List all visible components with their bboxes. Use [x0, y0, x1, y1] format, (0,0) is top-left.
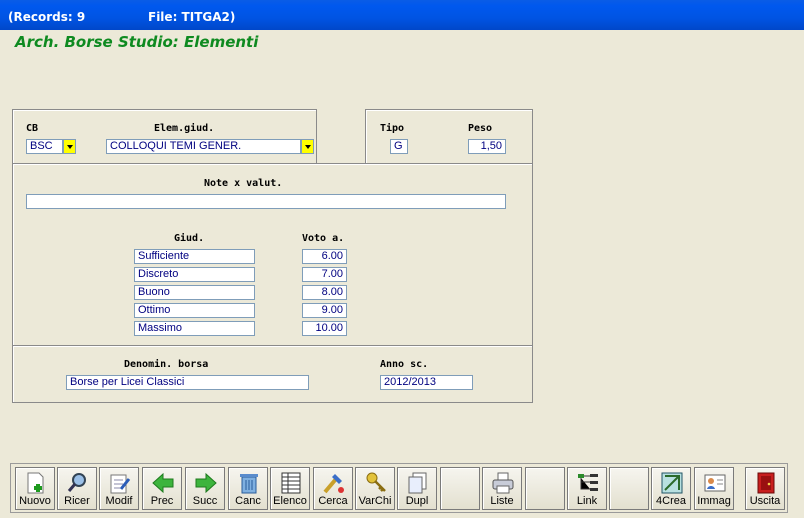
exit-button[interactable]: Uscita [745, 467, 785, 510]
note-label: Note x valut. [204, 178, 283, 189]
exit-door-icon [757, 472, 775, 494]
anno-field[interactable]: 2012/2013 [380, 375, 473, 390]
search-icon [67, 473, 86, 492]
records-count: (Records: 9 [8, 10, 86, 24]
panel-cb [12, 109, 317, 165]
voto-label: Voto a. [302, 233, 345, 244]
list-icon [281, 472, 301, 494]
delete-button[interactable]: Canc [228, 467, 268, 510]
lists-button[interactable]: Liste [482, 467, 522, 510]
voto-field[interactable]: 7.00 [302, 267, 347, 282]
image-button[interactable]: Immag [694, 467, 734, 510]
duplicate-icon [408, 472, 427, 494]
new-button[interactable]: Nuovo [15, 467, 55, 510]
anno-label: Anno sc. [380, 359, 429, 370]
toolbar-blank-button[interactable] [525, 467, 565, 510]
previous-button[interactable]: Prec [142, 467, 182, 510]
denomin-label: Denomin. borsa [124, 359, 209, 370]
voto-field[interactable]: 10.00 [302, 321, 347, 336]
title-bar: (Records: 9 File: TITGA2) [0, 0, 804, 30]
cb-dropdown-button[interactable] [63, 139, 76, 154]
note-field[interactable] [26, 194, 506, 209]
duplicate-button[interactable]: Dupl [397, 467, 437, 510]
edit-button[interactable]: Modif [99, 467, 139, 510]
arrow-right-icon [195, 472, 217, 494]
trash-icon [240, 474, 258, 494]
cb-label: CB [26, 123, 39, 134]
edit-icon [110, 474, 131, 494]
panel-borsa [12, 345, 533, 403]
change-keys-button[interactable]: VarChi [355, 467, 395, 510]
find-icon [323, 474, 344, 494]
new-doc-icon [27, 472, 44, 494]
peso-label: Peso [468, 123, 493, 134]
find-button[interactable]: Cerca [313, 467, 353, 510]
list-button[interactable]: Elenco [270, 467, 310, 510]
arrow-left-icon [152, 472, 174, 494]
image-card-icon [704, 474, 726, 492]
giud-field[interactable]: Sufficiente [134, 249, 255, 264]
elem-giud-label: Elem.giud. [154, 123, 215, 134]
create-icon [661, 472, 683, 494]
toolbar-blank-button[interactable] [440, 467, 480, 510]
denomin-field[interactable]: Borse per Licei Classici [66, 375, 309, 390]
elem-giud-dropdown-button[interactable] [301, 139, 314, 154]
voto-field[interactable]: 8.00 [302, 285, 347, 300]
voto-field[interactable]: 9.00 [302, 303, 347, 318]
cb-field[interactable]: BSC [26, 139, 63, 154]
next-button[interactable]: Succ [185, 467, 225, 510]
create-button[interactable]: 4Crea [651, 467, 691, 510]
giud-field[interactable]: Massimo [134, 321, 255, 336]
tipo-label: Tipo [380, 123, 405, 134]
search-button[interactable]: Ricer [57, 467, 97, 510]
tipo-field[interactable]: G [390, 139, 408, 154]
panel-tipo [365, 109, 533, 165]
link-tree-icon [578, 474, 598, 491]
keys-icon [366, 472, 386, 492]
giud-label: Giud. [174, 233, 205, 244]
voto-field[interactable]: 6.00 [302, 249, 347, 264]
link-button[interactable]: Link [567, 467, 607, 510]
toolbar-blank-button[interactable] [609, 467, 649, 510]
form-title: Arch. Borse Studio: Elementi [15, 33, 259, 51]
giud-field[interactable]: Ottimo [134, 303, 255, 318]
peso-field[interactable]: 1,50 [468, 139, 506, 154]
giud-field[interactable]: Buono [134, 285, 255, 300]
giud-field[interactable]: Discreto [134, 267, 255, 282]
file-name: File: TITGA2) [148, 10, 236, 24]
printer-icon [492, 472, 514, 494]
panel-note [12, 163, 533, 347]
elem-giud-field[interactable]: COLLOQUI TEMI GENER. [106, 139, 301, 154]
